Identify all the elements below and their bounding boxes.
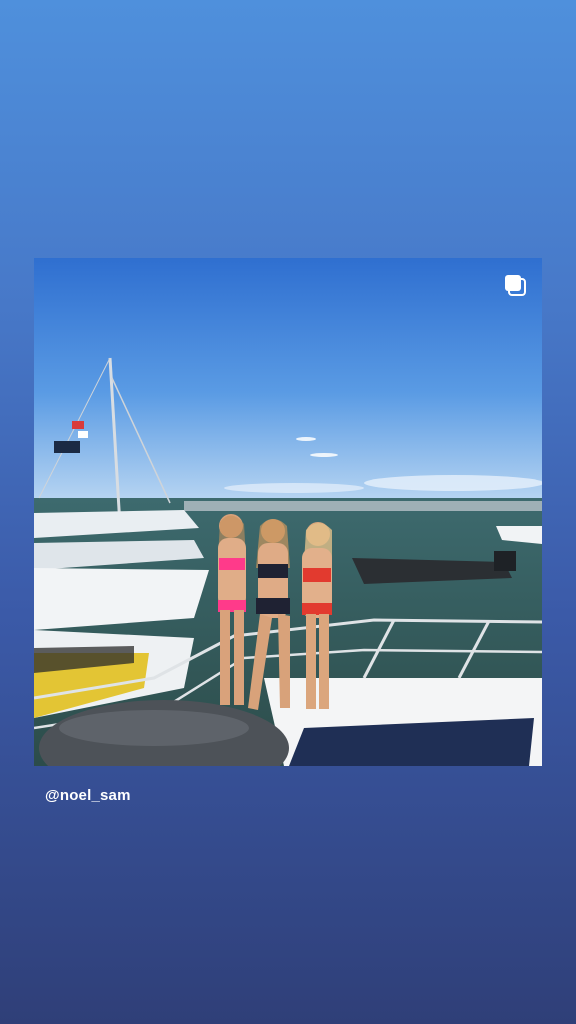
- post-photo: [34, 258, 542, 766]
- shared-post-card[interactable]: [34, 258, 542, 766]
- story-screen: @noel_sam: [0, 0, 576, 1024]
- carousel-icon: [505, 275, 526, 296]
- post-username[interactable]: @noel_sam: [45, 787, 131, 804]
